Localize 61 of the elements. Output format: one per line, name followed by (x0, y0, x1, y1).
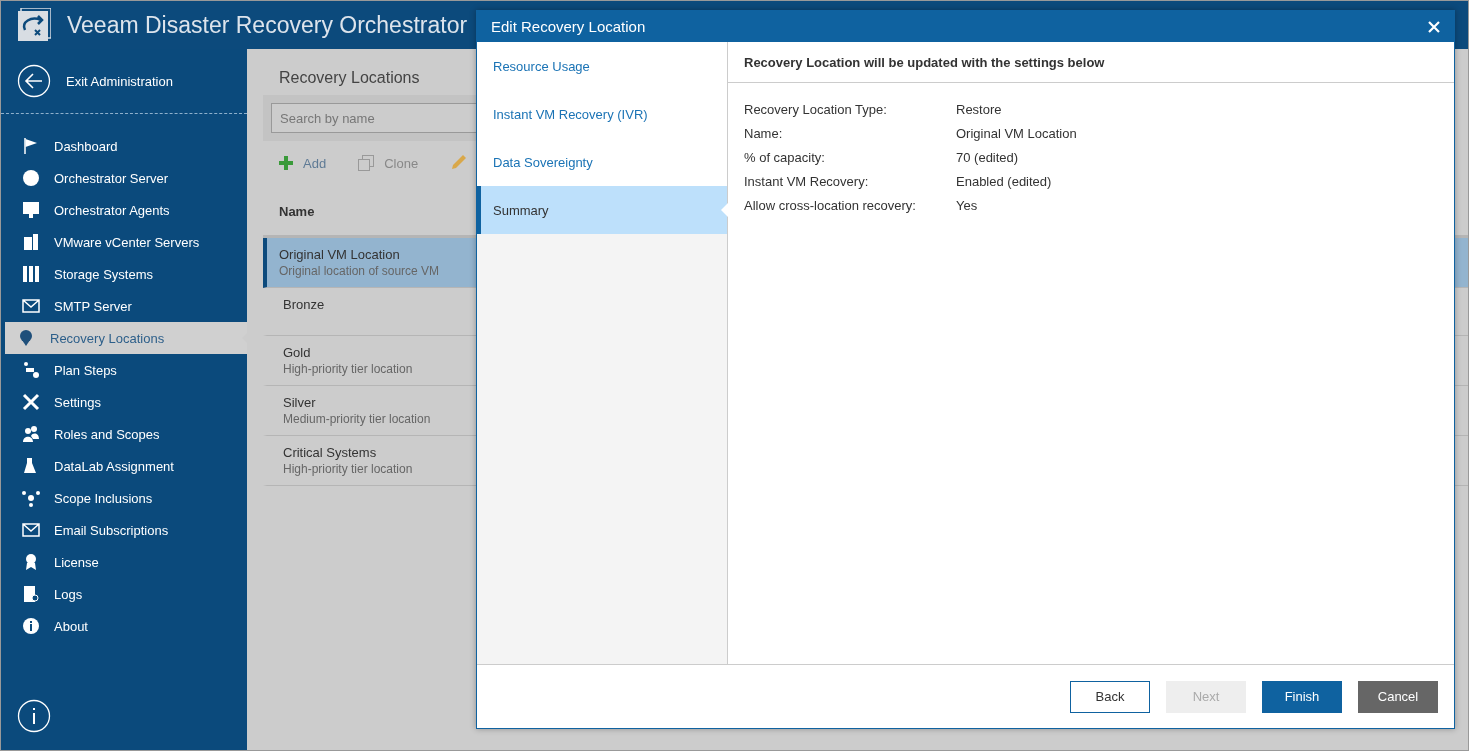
nav-item[interactable]: Scope Inclusions (5, 482, 247, 514)
location-description: Medium-priority tier location (283, 412, 432, 426)
location-name: Critical Systems (283, 445, 378, 460)
nav-item[interactable]: Roles and Scopes (5, 418, 247, 450)
nav-item[interactable]: VMware vCenter Servers (5, 226, 247, 258)
summary-label: Name: (744, 125, 784, 141)
logo-icon (17, 8, 51, 42)
summary-heading: Recovery Location will be updated with the settings below (728, 42, 1454, 83)
location-description: Original location of source VM (279, 264, 441, 278)
steps-icon (22, 361, 40, 379)
envelope-icon (22, 521, 40, 539)
location-name: Original VM Location (279, 247, 401, 262)
envelope-icon (22, 297, 40, 315)
nodes-icon (22, 489, 40, 507)
wizard-button[interactable]: Cancel (1358, 680, 1438, 713)
wizard-button[interactable]: Back (1070, 680, 1150, 713)
nav-item[interactable]: Recovery Locations (5, 322, 247, 354)
page-title: Recovery Locations (278, 69, 421, 87)
wizard-button[interactable]: Finish (1262, 680, 1342, 713)
location-description: High-priority tier location (283, 362, 414, 376)
monitor-icon (22, 201, 40, 219)
summary-value: Restore (956, 101, 1002, 117)
nav-item[interactable]: Dashboard (5, 130, 247, 162)
plus-icon (279, 156, 293, 170)
nav-item[interactable]: Orchestrator Agents (5, 194, 247, 226)
server-icon (22, 233, 40, 251)
close-icon[interactable] (1428, 20, 1440, 33)
summary-label: % of capacity: (744, 149, 826, 165)
info-icon (22, 617, 40, 635)
clone-icon (358, 155, 375, 171)
exit-administration-link[interactable]: Exit Administration (1, 49, 247, 114)
nav-item[interactable]: Settings (5, 386, 247, 418)
location-name: Silver (283, 395, 317, 410)
nav-item[interactable]: Storage Systems (5, 258, 247, 290)
nav-item[interactable]: SMTP Server (5, 290, 247, 322)
location-description: High-priority tier location (283, 462, 414, 476)
summary-value: Yes (956, 197, 978, 213)
nav-item[interactable]: About (5, 610, 247, 642)
nav-item[interactable]: License (5, 546, 247, 578)
summary-label: Allow cross-location recovery: (744, 197, 917, 213)
wizard-step[interactable]: Resource Usage (477, 42, 727, 90)
info-icon[interactable] (17, 699, 51, 733)
nav-item[interactable]: Plan Steps (5, 354, 247, 386)
nav-item[interactable]: Logs (5, 578, 247, 610)
wizard-step[interactable]: Data Sovereignty (477, 138, 727, 186)
nav-item[interactable]: Email Subscriptions (5, 514, 247, 546)
wizard-step[interactable]: Instant VM Recovery (IVR) (477, 90, 727, 138)
summary-value: 70 (edited) (956, 149, 1019, 165)
location-name: Bronze (283, 297, 326, 312)
settings-icon (22, 393, 40, 411)
dialog-title: Edit Recovery Location (491, 18, 646, 35)
summary-value: Original VM Location (956, 125, 1077, 141)
nav-item[interactable]: Orchestrator Server (5, 162, 247, 194)
people-icon (22, 425, 40, 443)
storage-icon (22, 265, 40, 283)
app-title: Veeam Disaster Recovery Orchestrator (67, 11, 468, 39)
nav-item[interactable]: DataLab Assignment (5, 450, 247, 482)
location-name: Gold (283, 345, 312, 360)
summary-label: Recovery Location Type: (744, 101, 888, 117)
log-search-icon (22, 585, 40, 603)
wizard-step[interactable]: Summary (477, 186, 727, 234)
